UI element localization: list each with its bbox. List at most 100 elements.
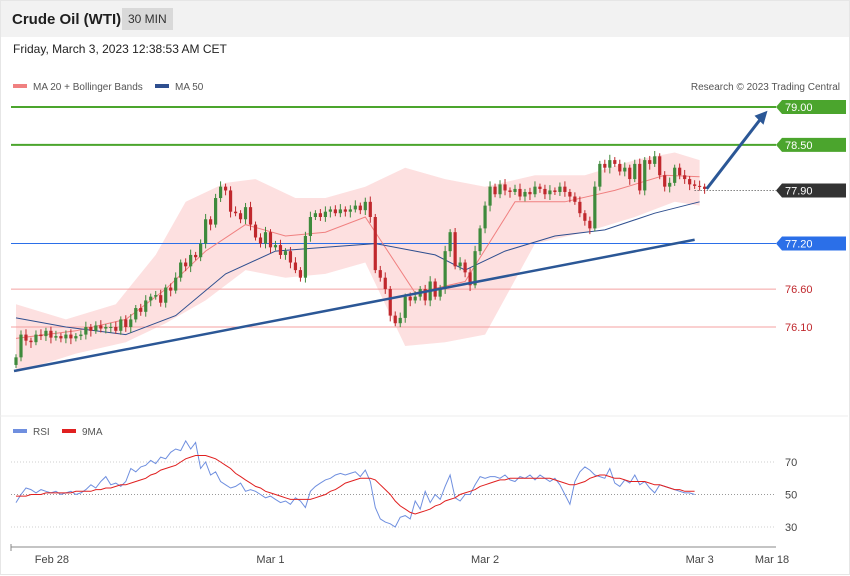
candle-body bbox=[328, 209, 332, 212]
rsi-line bbox=[15, 439, 695, 528]
candle-body bbox=[583, 213, 587, 221]
candle-body bbox=[49, 330, 53, 338]
candle-body bbox=[44, 330, 48, 337]
candle-body bbox=[498, 184, 502, 195]
candle-body bbox=[134, 308, 138, 320]
candle-body bbox=[14, 357, 18, 365]
candle-body bbox=[533, 186, 537, 195]
candle-body bbox=[164, 287, 168, 303]
bollinger-band-area bbox=[16, 152, 700, 373]
candle-body bbox=[248, 207, 253, 225]
candle-body bbox=[209, 219, 213, 225]
candle-body bbox=[663, 175, 667, 187]
candle-body bbox=[99, 325, 103, 329]
candle-body bbox=[74, 336, 78, 339]
price-legend: MA 20 + Bollinger Bands MA 50 Research ©… bbox=[13, 82, 840, 93]
candle-body bbox=[378, 270, 382, 278]
candle-body bbox=[19, 334, 23, 358]
candle-body bbox=[628, 167, 632, 180]
candle-body bbox=[223, 186, 228, 191]
candle-body bbox=[678, 167, 682, 176]
candle-body bbox=[413, 296, 417, 301]
rsi-tick-30: 30 bbox=[785, 522, 797, 534]
candle-body bbox=[343, 209, 347, 212]
candle-body bbox=[233, 211, 238, 214]
candle-body bbox=[238, 213, 243, 220]
candle-body bbox=[24, 334, 28, 341]
price-panel: 79.00 78.50 77.90 77.20 76.60 76.10 bbox=[11, 100, 846, 373]
candle-body bbox=[643, 160, 647, 191]
candle-body bbox=[373, 217, 377, 271]
candle-body bbox=[388, 289, 392, 316]
candle-body bbox=[218, 186, 223, 199]
candle-body bbox=[149, 296, 153, 301]
candle-body bbox=[448, 232, 452, 252]
candle-body bbox=[358, 205, 362, 211]
candle-body bbox=[338, 209, 342, 214]
candle-body bbox=[268, 232, 273, 248]
candle-body bbox=[633, 163, 637, 180]
legend-swatch-ma20 bbox=[13, 84, 27, 88]
level-76-10-label: 76.10 bbox=[785, 322, 813, 334]
legend-label-rsi: RSI bbox=[33, 427, 50, 438]
level-77-20-label: 77.20 bbox=[785, 239, 813, 251]
candle-body bbox=[258, 237, 263, 244]
candle-body bbox=[658, 156, 662, 176]
candle-body bbox=[593, 186, 597, 229]
candle-body bbox=[553, 190, 557, 192]
candle-body bbox=[298, 270, 303, 278]
candle-body bbox=[179, 262, 183, 278]
candle-body bbox=[353, 205, 357, 210]
candle-body bbox=[228, 190, 233, 212]
candle-body bbox=[159, 295, 163, 303]
candle-body bbox=[293, 262, 298, 271]
candle-body bbox=[463, 262, 467, 273]
candle-body bbox=[568, 191, 572, 197]
candle-body bbox=[493, 186, 497, 195]
candle-body bbox=[588, 220, 592, 229]
candle-body bbox=[323, 211, 327, 217]
candle-body bbox=[94, 325, 98, 331]
candle-body bbox=[129, 319, 133, 327]
candle-body bbox=[29, 340, 33, 343]
legend-swatch-ma50 bbox=[155, 84, 169, 88]
legend-label-9ma: 9MA bbox=[82, 427, 103, 438]
candle-body bbox=[64, 334, 68, 339]
legend-label-ma20: MA 20 + Bollinger Bands bbox=[33, 82, 143, 93]
candle-body bbox=[278, 245, 283, 255]
candle-body bbox=[253, 224, 258, 238]
candle-body bbox=[508, 190, 512, 192]
candle-body bbox=[548, 190, 552, 195]
legend-swatch-9ma bbox=[62, 429, 76, 433]
candle-body bbox=[673, 167, 677, 183]
candle-body bbox=[124, 319, 128, 327]
candle-body bbox=[623, 167, 627, 172]
candle-body bbox=[79, 334, 83, 337]
legend-label-ma50: MA 50 bbox=[175, 82, 204, 93]
candle-body bbox=[139, 308, 143, 312]
candle-body bbox=[478, 228, 482, 252]
candle-body bbox=[683, 175, 687, 180]
candle-body bbox=[109, 327, 113, 328]
candle-body bbox=[383, 277, 387, 290]
candle-body bbox=[648, 160, 652, 164]
candle-body bbox=[488, 186, 492, 206]
time-tick-label: Mar 18 bbox=[755, 554, 789, 566]
price-chart: MA 20 + Bollinger Bands MA 50 Research ©… bbox=[0, 82, 848, 566]
level-77-90-label: 77.90 bbox=[785, 185, 813, 197]
candle-body bbox=[398, 317, 402, 324]
candle-body bbox=[668, 182, 672, 187]
candle-body bbox=[318, 213, 322, 217]
candle-body bbox=[263, 232, 268, 244]
candle-body bbox=[458, 262, 462, 267]
candle-body bbox=[59, 336, 63, 339]
candle-body bbox=[538, 186, 542, 189]
candle-body bbox=[443, 251, 447, 290]
candle-body bbox=[119, 319, 123, 331]
candle-body bbox=[573, 196, 577, 202]
candle-body bbox=[523, 191, 527, 197]
candle-body bbox=[144, 300, 148, 312]
rsi-legend: RSI 9MA bbox=[13, 427, 103, 438]
candle-body bbox=[114, 327, 118, 331]
candle-body bbox=[503, 184, 507, 191]
